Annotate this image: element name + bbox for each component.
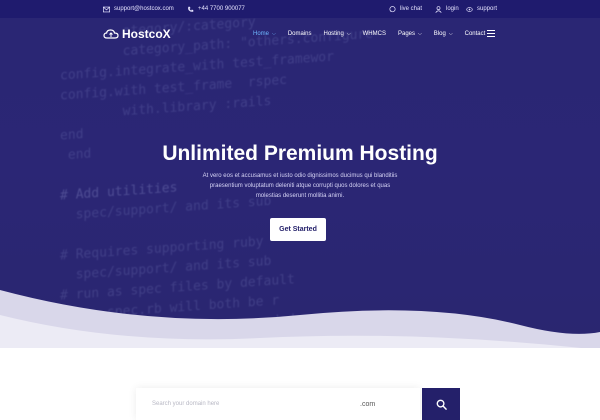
email-text: support@hostcox.com (114, 6, 174, 12)
domain-search-button[interactable] (422, 388, 460, 420)
hero-text-line: molestias deserunt mollitia animi. (255, 193, 345, 199)
live-chat-link[interactable]: live chat (389, 0, 422, 18)
hero-text-line: At vero eos et accusamus et iusto odio d… (202, 173, 398, 179)
chevron-down-icon: ⌵ (418, 31, 422, 37)
nav-item-home[interactable]: Home ⌵ (253, 31, 276, 37)
get-started-button[interactable]: Get Started (270, 218, 326, 241)
login-label: login (446, 6, 459, 12)
chat-icon (389, 5, 396, 12)
chevron-down-icon: ⌵ (346, 31, 351, 37)
brand-name: HostcoX (122, 27, 171, 41)
hero-title: Unlimited Premium Hosting (162, 142, 438, 165)
chevron-down-icon: ⌵ (272, 31, 276, 37)
mail-icon (103, 6, 110, 12)
user-icon (435, 5, 442, 13)
chevron-down-icon: ⌵ (448, 31, 453, 37)
tld-select[interactable]: .com (360, 388, 375, 420)
nav-item-blog[interactable]: Blog ⌵ (434, 31, 453, 37)
nav-label: Blog (433, 31, 446, 37)
phone-link[interactable]: +44 7700 900077 (187, 0, 245, 18)
nav-label: Hosting (323, 31, 344, 37)
nav-item-hosting[interactable]: Hosting ⌵ (324, 31, 351, 37)
support-label: support (477, 6, 498, 12)
domain-search-placeholder: Search your domain here (152, 401, 220, 407)
phone-icon (188, 6, 194, 12)
main-navbar: HostcoX Home ⌵ Domains Hosting ⌵ WHMCS P… (0, 18, 600, 50)
hero-description: At vero eos et accusamus et iusto odio d… (180, 171, 420, 201)
cloud-logo-icon (103, 29, 119, 39)
hero-wave-divider (0, 290, 600, 348)
nav-item-pages[interactable]: Pages ⌵ (398, 31, 422, 37)
domain-search-bar: Search your domain here .com (136, 388, 460, 420)
nav-item-domains[interactable]: Domains (288, 31, 312, 37)
hero-text-line: praesentium voluptatum deleniti atque co… (209, 183, 391, 189)
login-link[interactable]: login (435, 0, 459, 18)
nav-label: WHMCS (362, 31, 386, 37)
email-link[interactable]: support@hostcox.com (103, 0, 174, 18)
nav-label: Pages (397, 31, 415, 37)
support-link[interactable]: support (466, 0, 497, 18)
hamburger-menu-icon[interactable] (487, 30, 495, 37)
domain-search-input[interactable]: Search your domain here .com (136, 388, 420, 420)
nav-label: Domains (287, 31, 312, 37)
nav-label: Home (253, 31, 270, 37)
brand-logo[interactable]: HostcoX (103, 27, 171, 41)
support-icon (466, 6, 473, 12)
search-icon (436, 399, 447, 410)
top-bar: support@hostcox.com +44 7700 900077 live… (0, 0, 600, 18)
phone-text: +44 7700 900077 (198, 6, 245, 12)
main-menu: Home ⌵ Domains Hosting ⌵ WHMCS Pages ⌵ B… (253, 18, 497, 50)
nav-label: Contact (464, 31, 486, 37)
live-chat-label: live chat (400, 6, 423, 12)
nav-item-whmcs[interactable]: WHMCS (363, 31, 386, 37)
nav-item-contact[interactable]: Contact (465, 31, 486, 37)
